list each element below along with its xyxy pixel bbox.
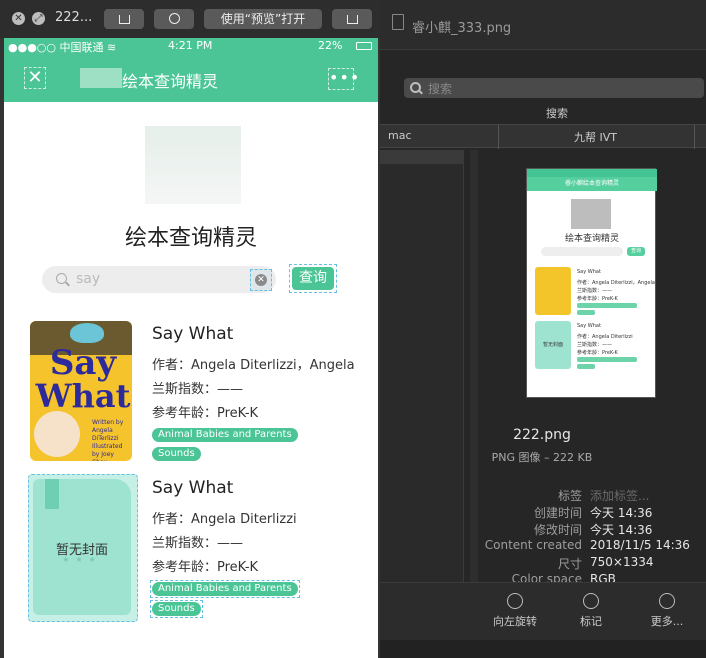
battery-icon [356,42,372,50]
book-lexile: —— [217,536,244,551]
more-button[interactable]: 更多... [622,593,706,629]
markup-pen-icon [168,13,180,24]
meta-row-modified: 修改时间 今天 14:36 [533,523,653,537]
finder-window-title: 睿小麒_333.png [412,21,512,36]
book-age: PreK-K [217,406,259,421]
file-name: 222.png [513,427,571,443]
finder-column-headers: mac 九帮 IVT [378,124,706,149]
clock: 4:21 PM [168,39,213,52]
tag-chip[interactable]: Sounds [152,447,201,461]
close-icon: ✕ [27,67,43,88]
meta-row-content-created: Content created 2018/11/5 14:36 [484,538,690,552]
nav-title: 绘本查询精灵 [122,72,219,91]
file-kind-size: PNG 图像 – 222 KB [491,451,593,464]
clear-icon: ✕ [255,274,267,286]
quicklook-toolbar: ✕ ⤢ 222... 使用“预览”打开 [0,0,380,38]
book-cover-2[interactable]: 暂无封面 ★★★ [28,474,138,622]
search-placeholder: 搜索 [428,82,453,96]
stars-icon: ★★★ [62,555,102,564]
book-author: Angela Diterlizzi [191,512,297,527]
more-icon [659,593,675,609]
fullscreen-button[interactable]: ⤢ [32,12,45,25]
search-label: 搜索 [546,107,568,120]
battery-level: 22% [318,39,343,52]
column-header-ivt[interactable]: 九帮 IVT [574,129,617,145]
finder-search-input[interactable]: 搜索 [404,78,704,98]
app-logo [145,126,241,204]
more-options-button[interactable]: ••• [328,68,359,90]
query-button[interactable]: 查询 [289,264,337,293]
tag-chip[interactable]: Sounds [152,602,201,616]
rotate-icon [118,15,130,24]
meta-row-tags: 标签 添加标签... [557,487,650,504]
thumb-logo [571,199,611,229]
quicklook-filename: 222... [55,10,93,25]
book-cover-1[interactable]: Say What Written by Angela DiTerlizzi Il… [30,321,132,461]
close-icon: ✕ [14,13,23,24]
document-icon [392,14,404,30]
share-button[interactable] [332,9,372,29]
tag-chip-wrapper: Sounds [150,600,203,618]
child-illustration [34,411,80,457]
tag-chip[interactable]: Animal Babies and Parents [152,428,298,442]
finder-action-bar: 向左旋转 标记 更多... [378,582,706,640]
selected-row[interactable] [378,150,464,164]
rotate-left-icon [507,593,523,609]
blurred-brand [80,68,122,88]
open-with-preview-button[interactable]: 使用“预览”打开 [204,9,322,29]
more-dots-icon: ••• [329,68,361,87]
meta-row-dimensions: 尺寸 750×1334 [557,555,654,571]
tag-chip-wrapper: Animal Babies and Parents [150,580,300,598]
share-icon [346,15,358,24]
rotate-button[interactable] [104,9,144,29]
nav-bar: ✕ 绘本查询精灵 ••• [4,54,378,102]
thumb-cover-1 [535,267,571,315]
book-lexile: —— [217,382,244,397]
book-title[interactable]: Say What [152,478,233,498]
markup-icon [583,593,599,609]
thumb-nav-title: 睿小麒绘本查询精灵 [564,180,619,187]
meta-row-created: 创建时间 今天 14:36 [533,506,653,520]
finder-window: 睿小麒_333.png 搜索 搜索 mac 九帮 IVT 睿小麒绘本查询精灵 绘… [378,0,706,658]
close-page-button[interactable]: ✕ [24,67,46,89]
thumb-search [541,247,623,256]
fullscreen-icon: ⤢ [34,13,43,24]
carrier: ●●●○○ 中国联通 ≋ [8,41,117,54]
search-input[interactable]: say ✕ [42,266,276,293]
page-title: 绘本查询精灵 [124,226,257,251]
book-age: PreK-K [217,560,259,575]
search-value: say [76,271,101,287]
column-header-mac[interactable]: mac [388,129,412,142]
thumb-query: 查询 [627,247,645,256]
finder-title-bar: 睿小麒_333.png [378,0,706,50]
tag-chip[interactable]: Animal Babies and Parents [152,582,298,596]
close-button[interactable]: ✕ [12,12,25,25]
add-tags-field[interactable]: 添加标签... [590,487,649,504]
book-author: Angela Diterlizzi，Angela [191,358,355,373]
phone-screen: ●●●○○ 中国联通 ≋ 4:21 PM 22% ✕ 绘本查询精灵 ••• 绘本… [4,38,378,658]
clear-search-button[interactable]: ✕ [250,269,272,291]
status-bar: ●●●○○ 中国联通 ≋ 4:21 PM 22% [4,38,378,54]
bird-illustration [70,323,104,343]
markup-toolbar-button[interactable] [154,9,194,29]
thumb-heading: 绘本查询精灵 [564,234,619,244]
bookmark-ribbon-icon [45,479,59,509]
book-title[interactable]: Say What [152,324,233,344]
preview-thumbnail: 睿小麒绘本查询精灵 绘本查询精灵 查询 Say What 作者：Angela D… [526,168,657,398]
thumb-cover-2: 暂无封面 [535,321,571,369]
quicklook-window: ✕ ⤢ 222... 使用“预览”打开 ●●●○○ 中国联通 ≋ 4:21 PM… [0,0,380,658]
